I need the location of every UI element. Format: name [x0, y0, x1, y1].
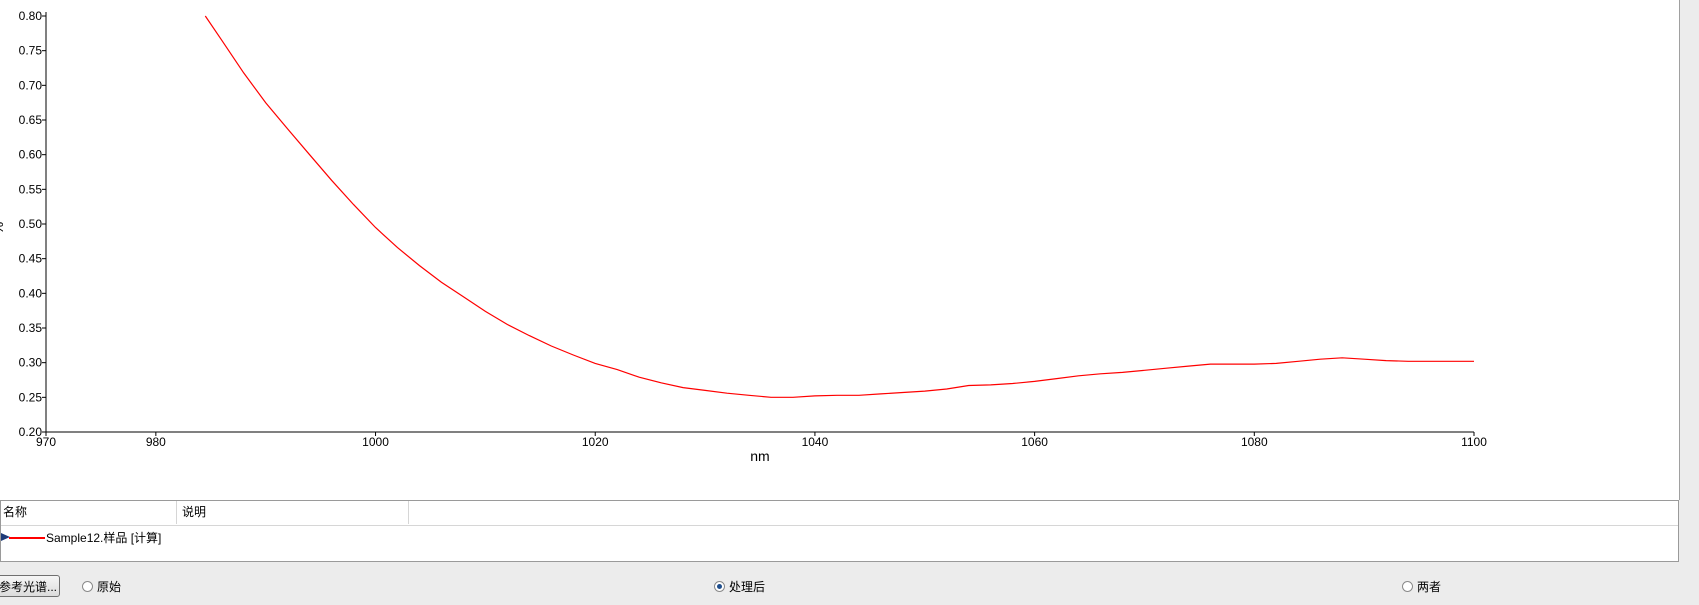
x-tick-label: 970	[36, 435, 56, 449]
legend-panel: 名称 说明 Sample12.样品 [计算]	[0, 500, 1679, 562]
legend-row[interactable]: Sample12.样品 [计算]	[1, 527, 1678, 549]
legend-column-name[interactable]: 名称	[1, 501, 177, 524]
y-tick-label: 0.55	[19, 182, 43, 196]
x-tick-label: 1020	[582, 435, 609, 449]
y-tick-label: 0.60	[19, 148, 43, 162]
y-tick-label: 0.65	[19, 113, 43, 127]
x-tick-label: 1100	[1461, 435, 1487, 449]
y-tick-label: 0.70	[19, 78, 43, 92]
radio-both-label: 两者	[1417, 579, 1442, 594]
x-tick-label: 1040	[802, 435, 829, 449]
x-tick-label: 1000	[362, 435, 389, 449]
x-tick-label: 980	[146, 435, 166, 449]
y-tick-label: 0.45	[19, 252, 43, 266]
radio-processed-indicator[interactable]	[714, 580, 725, 592]
legend-series-label: Sample12.样品 [计算]	[46, 531, 162, 545]
legend-header: 名称 说明	[1, 501, 1678, 526]
radio-original-indicator[interactable]	[82, 580, 93, 592]
y-tick-label: 0.30	[19, 356, 43, 370]
radio-processed[interactable]: 处理后	[714, 578, 765, 594]
y-tick-label: 0.25	[19, 390, 43, 404]
radio-original[interactable]: 原始	[82, 578, 121, 594]
series-line	[204, 15, 1474, 398]
radio-processed-label: 处理后	[729, 579, 766, 594]
radio-both-indicator[interactable]	[1402, 580, 1413, 592]
reference-spectrum-button[interactable]: 参考光谱...	[0, 575, 60, 597]
legend-line-swatch	[9, 537, 45, 539]
chart-panel: 0.20 0.25 0.30 0.35 0.40 0.45 0.50 0.55 0.60 0.65…	[0, 0, 1680, 500]
y-tick-label: 0.75	[19, 44, 43, 58]
x-tick-label: 1060	[1021, 435, 1048, 449]
y-axis-title: %	[0, 222, 6, 234]
radio-both[interactable]: 两者	[1402, 578, 1441, 594]
x-axis-title: nm	[750, 448, 769, 464]
radio-original-label: 原始	[97, 579, 122, 594]
y-tick-label: 0.35	[19, 321, 43, 335]
spectrum-chart: 0.200.250.300.350.400.450.500.550.600.65…	[0, 9, 1487, 464]
bottom-toolbar: 参考光谱... 原始 处理后 两者	[0, 572, 1699, 605]
legend-column-description[interactable]: 说明	[177, 501, 409, 524]
x-tick-label: 1080	[1241, 435, 1268, 449]
y-tick-label: 0.40	[19, 286, 43, 300]
y-tick-label: 0.80	[19, 9, 43, 23]
y-tick-label: 0.50	[19, 217, 43, 231]
